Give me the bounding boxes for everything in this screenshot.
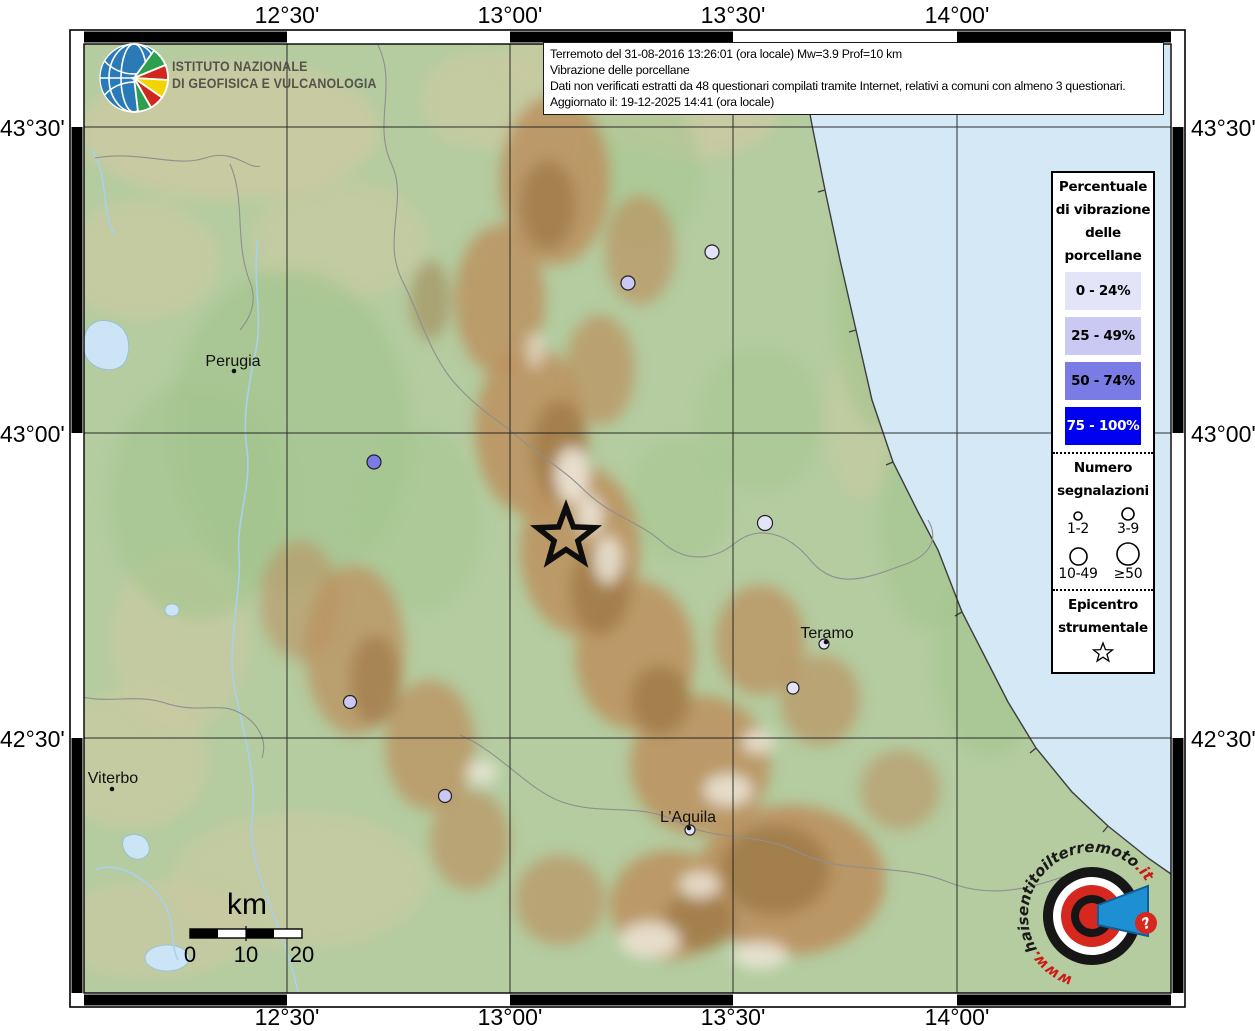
- report-point: [367, 455, 381, 469]
- axis-label-bottom: 13°00': [465, 1004, 555, 1031]
- legend-percent-classes: 0 - 24% 25 - 49% 50 - 74% 75 - 100%: [1053, 272, 1153, 445]
- report-point: [344, 696, 357, 709]
- legend-class-swatch: 50 - 74%: [1065, 362, 1141, 400]
- legend-percent-title-line: delle: [1053, 224, 1153, 242]
- scale-bar-unit: km: [227, 888, 267, 922]
- axis-label-right: 42°30': [1191, 726, 1255, 753]
- ingv-logo-icon: [100, 44, 168, 112]
- city-label-viterbo: Viterbo: [88, 770, 138, 788]
- legend-epicenter-title-line: Epicentro: [1053, 596, 1153, 614]
- city-label-laquila: L’Aquila: [660, 809, 716, 827]
- legend-size-item: ≥50: [1103, 537, 1153, 582]
- scale-tick-label: 0: [160, 942, 220, 968]
- report-size-label: 3-9: [1117, 522, 1139, 537]
- legend-divider: [1053, 452, 1153, 454]
- city-label-teramo: Teramo: [800, 625, 853, 643]
- legend-size-item: 3-9: [1103, 502, 1153, 537]
- legend-percent-title-line: di vibrazione: [1053, 201, 1153, 219]
- report-point: [621, 276, 635, 290]
- legend-percent-title-line: porcellane: [1053, 247, 1153, 265]
- axis-label-left: 42°30': [0, 726, 62, 753]
- report-point: [439, 790, 452, 803]
- city-label-perugia: Perugia: [205, 353, 260, 371]
- report-point: [758, 516, 773, 531]
- event-info-line-3: Dati non verificati estratti da 48 quest…: [550, 78, 1158, 94]
- report-size-label: 1-2: [1067, 522, 1089, 537]
- legend-reports-title-line: Numero: [1053, 459, 1153, 477]
- event-info-line-4: Aggiornato il: 19-12-2025 14:41 (ora loc…: [550, 94, 1158, 110]
- axis-label-top: 12°30': [242, 2, 332, 29]
- legend-reports-title: Numero segnalazioni: [1053, 459, 1153, 500]
- event-info-box: Terremoto del 31-08-2016 13:26:01 (ora l…: [543, 42, 1164, 115]
- ingv-name-line1: ISTITUTO NAZIONALE: [172, 58, 377, 75]
- axis-label-top: 13°00': [465, 2, 555, 29]
- report-size-circle-icon: [1115, 541, 1141, 567]
- report-point: [705, 245, 719, 259]
- report-size-circle-icon: [1120, 506, 1136, 522]
- axis-label-top: 13°30': [688, 2, 778, 29]
- axis-label-left: 43°00': [0, 421, 62, 448]
- ingv-logo-text: ISTITUTO NAZIONALE DI GEOFISICA E VULCAN…: [172, 58, 377, 92]
- report-size-label: ≥50: [1114, 567, 1143, 582]
- axis-label-left: 43°30': [0, 115, 62, 142]
- legend-class-swatch: 0 - 24%: [1065, 272, 1141, 310]
- legend-class-swatch: 25 - 49%: [1065, 317, 1141, 355]
- ingv-name-line2: DI GEOFISICA E VULCANOLOGIA: [172, 75, 377, 92]
- report-size-circle-icon: [1068, 546, 1089, 567]
- legend-report-sizes: 1-2 3-9 10-49 ≥50: [1053, 502, 1153, 582]
- legend-epicenter-title-line: strumentale: [1053, 619, 1153, 637]
- legend: Percentualedi vibrazionedelleporcellane …: [1051, 171, 1155, 674]
- legend-divider: [1053, 589, 1153, 591]
- event-info-line-2: Vibrazione delle porcellane: [550, 62, 1158, 78]
- legend-size-item: 10-49: [1053, 537, 1103, 582]
- map-interior: www.haisentitoilterremoto.it ?: [50, 20, 1186, 1001]
- legend-epicenter-title: Epicentro strumentale: [1053, 596, 1153, 637]
- map-canvas: www.haisentitoilterremoto.it ?: [0, 0, 1255, 1024]
- legend-epicenter-star-icon: [1089, 640, 1117, 666]
- axis-label-right: 43°00': [1191, 421, 1255, 448]
- report-point: [787, 682, 799, 694]
- axis-label-bottom: 14°00': [912, 1004, 1002, 1031]
- axis-label-bottom: 12°30': [242, 1004, 332, 1031]
- legend-class-swatch: 75 - 100%: [1065, 407, 1141, 445]
- axis-label-bottom: 13°30': [688, 1004, 778, 1031]
- legend-size-item: 1-2: [1053, 502, 1103, 537]
- legend-percent-title: Percentuale di vibrazione delle porcellane: [1053, 178, 1153, 265]
- axis-label-right: 43°30': [1191, 115, 1255, 142]
- event-info-line-1: Terremoto del 31-08-2016 13:26:01 (ora l…: [550, 46, 1158, 62]
- report-size-label: 10-49: [1058, 567, 1097, 582]
- scale-tick-label: 10: [216, 942, 276, 968]
- scale-tick-label: 20: [272, 942, 332, 968]
- axis-label-top: 14°00': [912, 2, 1002, 29]
- legend-reports-title-line: segnalazioni: [1053, 482, 1153, 500]
- legend-percent-title-line: Percentuale: [1053, 178, 1153, 196]
